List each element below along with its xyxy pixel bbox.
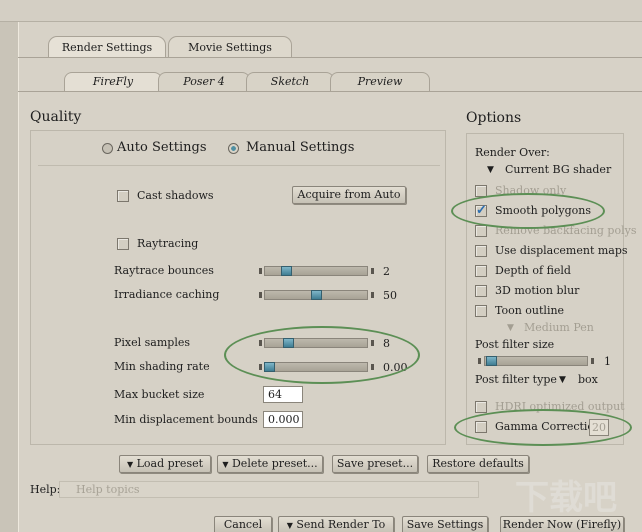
watermark: 下载吧	[515, 478, 617, 518]
highlight-oval	[454, 409, 632, 446]
slider-max-tick	[371, 292, 374, 298]
render-over-value[interactable]: Current BG shader	[505, 163, 611, 176]
load-preset-label: Load preset	[136, 457, 204, 470]
tab-poser4[interactable]: Poser 4	[158, 72, 250, 91]
toon-outline-checkbox[interactable]	[475, 305, 487, 317]
save-preset-button[interactable]: Save preset...	[332, 455, 418, 473]
post-filter-size-knob[interactable]	[485, 356, 497, 366]
tab-sketch[interactable]: Sketch	[246, 72, 334, 91]
remove-backfacing-checkbox[interactable]	[475, 225, 487, 237]
irradiance-caching-label: Irradiance caching	[114, 288, 220, 301]
max-bucket-size-input[interactable]: 64	[263, 386, 303, 403]
options-title: Options	[466, 110, 522, 126]
motion-blur-label: 3D motion blur	[495, 284, 580, 297]
manual-settings-label: Manual Settings	[246, 140, 355, 155]
raytrace-bounces-value: 2	[383, 265, 390, 278]
tab-movie-settings[interactable]: Movie Settings	[168, 36, 292, 58]
raytrace-bounces-knob[interactable]	[280, 266, 292, 276]
quality-inner-frame	[38, 165, 440, 443]
tab-preview[interactable]: Preview	[330, 72, 430, 91]
slider-min-tick	[259, 268, 262, 274]
post-filter-size-value: 1	[604, 355, 611, 368]
chevron-down-icon: ▼	[126, 460, 134, 469]
post-filter-size-slider[interactable]	[484, 356, 588, 366]
toon-outline-label: Toon outline	[495, 304, 565, 317]
post-filter-size-label: Post filter size	[475, 338, 555, 351]
raytrace-bounces-label: Raytrace bounces	[114, 264, 214, 277]
send-render-to-label: Send Render To	[296, 518, 386, 531]
auto-settings-radio[interactable]	[102, 143, 113, 154]
depth-of-field-label: Depth of field	[495, 264, 571, 277]
top-strip	[0, 0, 642, 22]
max-bucket-size-label: Max bucket size	[114, 388, 205, 401]
use-displacement-label: Use displacement maps	[495, 244, 628, 257]
restore-defaults-button[interactable]: Restore defaults	[427, 455, 529, 473]
highlight-oval	[224, 326, 420, 384]
acquire-from-auto-button[interactable]: Acquire from Auto	[292, 186, 406, 204]
irradiance-caching-value: 50	[383, 289, 397, 302]
irradiance-caching-knob[interactable]	[310, 290, 322, 300]
post-filter-type-dropdown-icon[interactable]: ▼	[559, 375, 566, 385]
raytracing-label: Raytracing	[137, 237, 199, 250]
slider-min-tick	[259, 292, 262, 298]
raytrace-bounces-slider[interactable]	[264, 266, 368, 276]
medium-pen-label: Medium Pen	[524, 321, 594, 334]
send-render-to-button[interactable]: ▼ Send Render To	[278, 516, 394, 532]
save-settings-button[interactable]: Save Settings	[402, 516, 488, 532]
slider-min-tick	[478, 358, 481, 364]
tab-divider	[18, 57, 642, 58]
motion-blur-checkbox[interactable]	[475, 285, 487, 297]
chevron-down-icon: ▼	[222, 460, 229, 469]
delete-preset-button[interactable]: ▼ Delete preset...	[217, 455, 323, 473]
post-filter-type-label: Post filter type	[475, 373, 557, 386]
medium-pen-dropdown-icon: ▼	[507, 323, 514, 333]
manual-settings-radio[interactable]	[228, 143, 239, 154]
quality-title: Quality	[30, 109, 82, 125]
use-displacement-checkbox[interactable]	[475, 245, 487, 257]
help-topics-box[interactable]: Help topics	[59, 481, 479, 498]
cast-shadows-checkbox[interactable]	[117, 190, 129, 202]
subtab-divider	[18, 91, 642, 92]
min-shading-rate-label: Min shading rate	[114, 360, 210, 373]
cancel-button[interactable]: Cancel	[214, 516, 272, 532]
pixel-samples-label: Pixel samples	[114, 336, 190, 349]
post-filter-type-value[interactable]: box	[578, 373, 598, 386]
auto-settings-label: Auto Settings	[117, 140, 207, 155]
slider-max-tick	[371, 268, 374, 274]
tab-firefly[interactable]: FireFly	[64, 72, 162, 91]
highlight-oval	[451, 193, 605, 229]
render-over-dropdown-icon[interactable]: ▼	[487, 165, 494, 175]
cast-shadows-label: Cast shadows	[137, 189, 214, 202]
tab-render-settings[interactable]: Render Settings	[48, 36, 166, 58]
min-displacement-label: Min displacement bounds	[114, 413, 258, 426]
min-displacement-input[interactable]: 0.000	[263, 411, 303, 428]
help-label: Help:	[30, 483, 61, 496]
raytracing-checkbox[interactable]	[117, 238, 129, 250]
delete-preset-label: Delete preset...	[231, 457, 318, 470]
slider-max-tick	[591, 358, 594, 364]
hdri-checkbox[interactable]	[475, 401, 487, 413]
render-over-label: Render Over:	[475, 146, 550, 159]
depth-of-field-checkbox[interactable]	[475, 265, 487, 277]
chevron-down-icon: ▼	[286, 521, 293, 530]
load-preset-button[interactable]: ▼ Load preset	[119, 455, 211, 473]
